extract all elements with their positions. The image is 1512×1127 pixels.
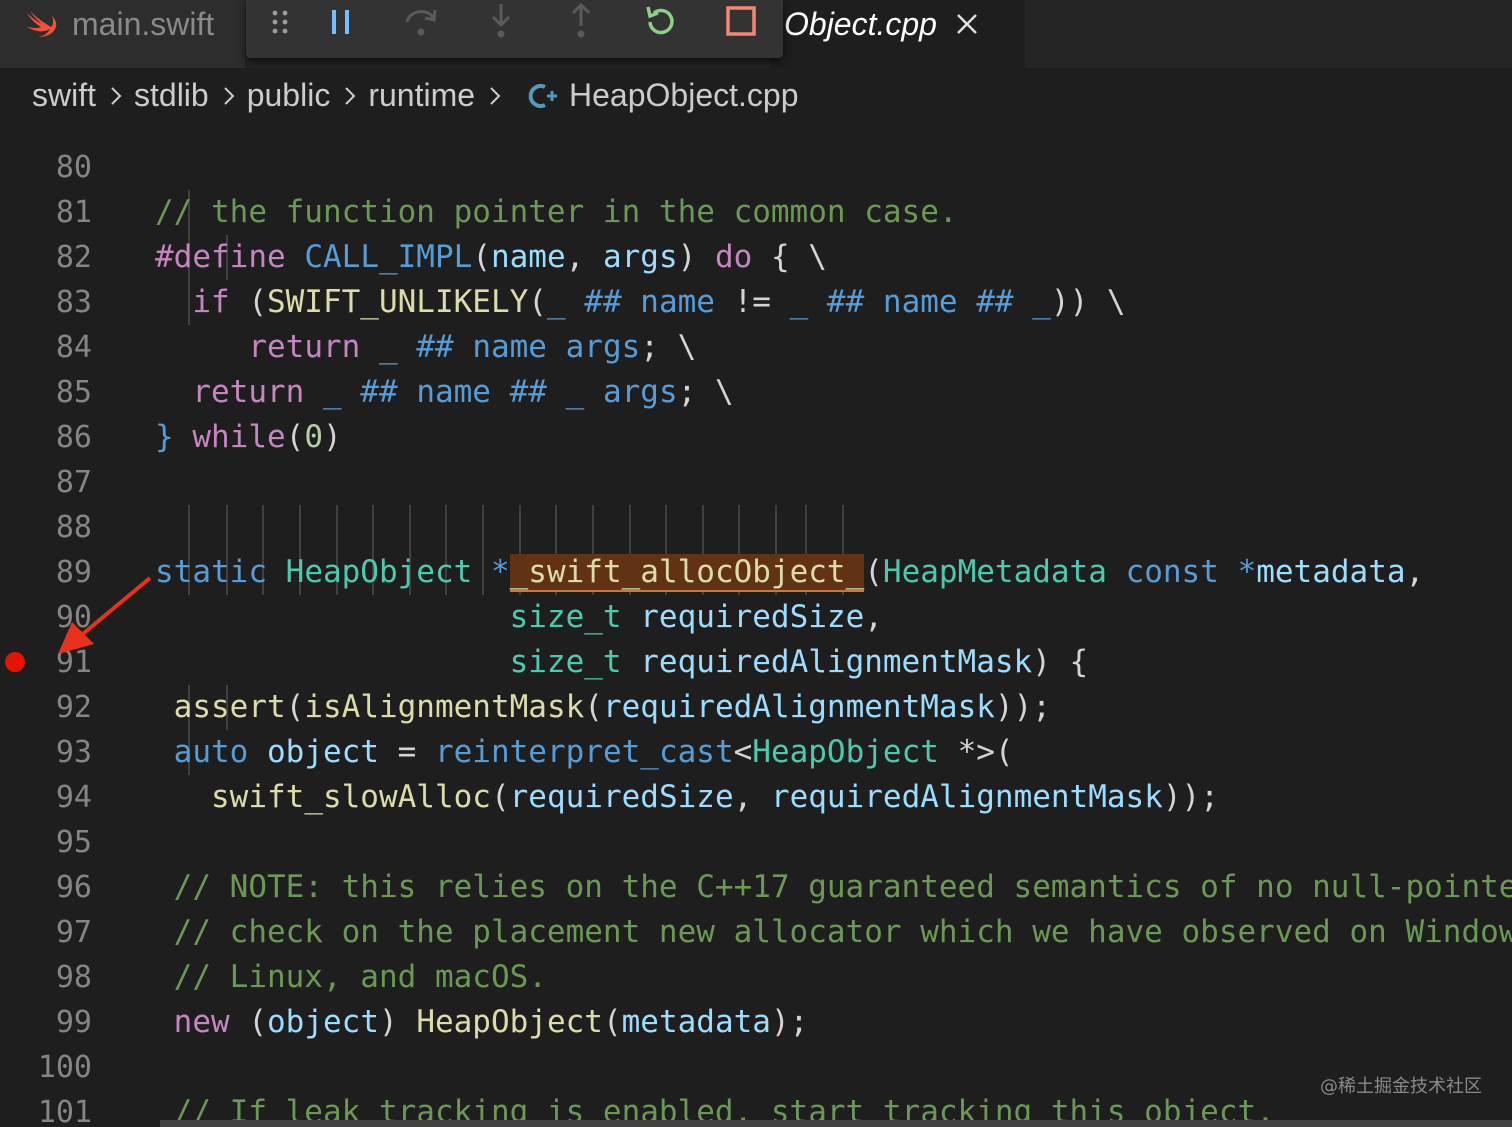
code-line: 81 #define CALL_IMPL(name, args) do { \ <box>0 145 1512 275</box>
code-line: 98 new (object) HeapObject(metadata); <box>0 910 1512 1040</box>
code-line: 85 } while(0) <box>0 325 1512 455</box>
tab-main-label: main.swift <box>72 5 215 42</box>
code-line: 91 assert(isAlignmentMask(requiredAlignm… <box>0 595 1512 725</box>
step-out-icon[interactable] <box>561 2 601 42</box>
breadcrumb-item-swift[interactable]: swift <box>32 77 96 114</box>
code-line: 83 return _ ## name args; \ <box>0 235 1512 365</box>
code-line: 88 static HeapObject *_swift_allocObject… <box>0 460 1512 592</box>
code-line: 99 <box>0 955 1512 1040</box>
code-line: 94 <box>0 730 1512 815</box>
code-line: 87 <box>0 415 1512 500</box>
code-line: 96 // check on the placement new allocat… <box>0 820 1512 950</box>
code-line-breakpoint: 92 auto object = reinterpret_cast<HeapOb… <box>0 640 1512 770</box>
code-line: 82 if (SWIFT_UNLIKELY(_ ## name != _ ## … <box>0 190 1512 320</box>
pause-icon[interactable] <box>321 2 361 42</box>
chevron-right-icon <box>487 84 503 108</box>
code-line: 100 // If leak tracking is enabled, star… <box>0 1000 1512 1127</box>
code-line: 89 size_t requiredSize, <box>0 505 1512 635</box>
restart-icon[interactable] <box>641 2 681 42</box>
close-icon[interactable] <box>955 12 979 36</box>
horizontal-scrollbar[interactable] <box>160 1120 1512 1127</box>
watermark: @稀土掘金技术社区 <box>1320 1076 1482 1097</box>
tab-object-cpp[interactable]: Object.cpp <box>770 0 1025 68</box>
code-line: 101 SWIFT_LEAKS_START_TRACKING_OBJECT(ob… <box>0 1045 1512 1127</box>
step-over-icon[interactable] <box>401 2 441 42</box>
breadcrumb-item-public[interactable]: public <box>247 77 331 114</box>
cpp-file-icon <box>525 80 559 112</box>
code-line: 93 swift_slowAlloc(requiredSize, require… <box>0 685 1512 815</box>
code-line: 84 return _ ## name ## _ args; \ <box>0 280 1512 410</box>
swift-icon <box>24 9 58 39</box>
annotation-arrow-icon <box>50 570 160 664</box>
step-into-icon[interactable] <box>481 2 521 42</box>
tab-main-swift[interactable]: main.swift <box>0 0 245 68</box>
chevron-right-icon <box>221 84 237 108</box>
code-line: 86 <box>0 370 1512 455</box>
breakpoint-marker[interactable] <box>5 652 25 672</box>
drag-grip-icon[interactable] <box>260 2 300 42</box>
code-editor[interactable]: 80 // the function pointer in the common… <box>0 100 1512 1127</box>
code-line: 90 size_t requiredAlignmentMask) { <box>0 550 1512 680</box>
chevron-right-icon <box>108 84 124 108</box>
tab-active-label: Object.cpp <box>784 5 937 42</box>
breadcrumb-item-stdlib[interactable]: stdlib <box>134 77 209 114</box>
code-line: 97 // Linux, and macOS. <box>0 865 1512 995</box>
chevron-right-icon <box>342 84 358 108</box>
code-line: 95 // NOTE: this relies on the C++17 gua… <box>0 775 1512 905</box>
breadcrumb-item-runtime[interactable]: runtime <box>368 77 475 114</box>
breadcrumb: swift stdlib public runtime HeapObject.c… <box>0 68 1512 123</box>
stop-icon[interactable] <box>722 2 762 42</box>
debug-toolbar <box>246 0 783 58</box>
breadcrumb-item-file[interactable]: HeapObject.cpp <box>569 77 798 114</box>
